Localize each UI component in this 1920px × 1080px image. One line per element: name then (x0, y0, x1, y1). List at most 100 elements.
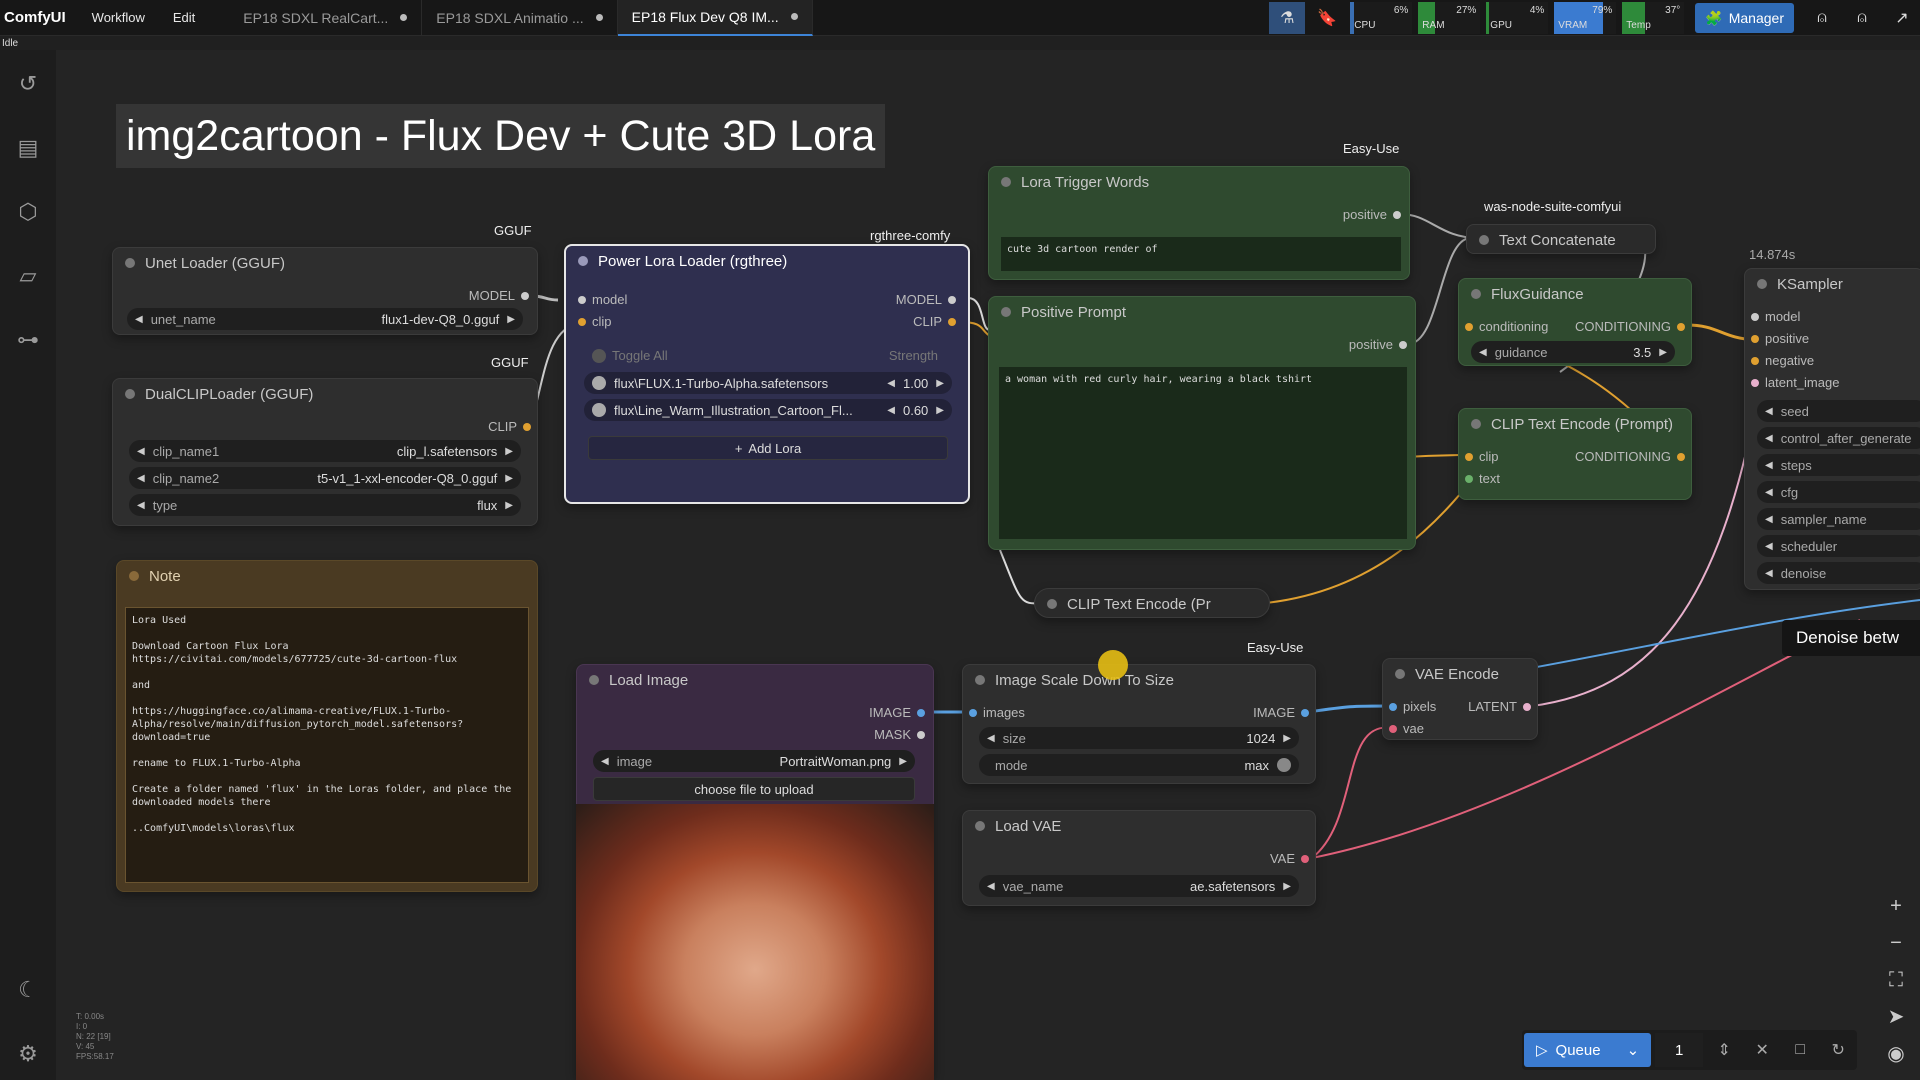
flask-icon[interactable]: ⚗ (1269, 2, 1306, 34)
left-arrow-icon[interactable]: ◀ (137, 473, 145, 484)
fit-view-icon[interactable]: ⛶ (1880, 964, 1912, 996)
seed-widget[interactable]: ◀ seed (1757, 400, 1920, 422)
steps-widget[interactable]: ◀ steps (1757, 454, 1920, 476)
note-node[interactable]: Note Lora Used Download Cartoon Flux Lor… (116, 560, 538, 892)
input-latent-image[interactable]: latent_image (1751, 375, 1839, 390)
right-arrow-icon[interactable]: ▶ (1283, 733, 1291, 744)
left-arrow-icon[interactable]: ◀ (1765, 568, 1773, 579)
output-model[interactable]: MODEL (469, 288, 529, 303)
left-arrow-icon[interactable]: ◀ (887, 378, 895, 389)
input-negative[interactable]: negative (1751, 353, 1814, 368)
toggle-links-icon[interactable]: ◉ (1880, 1038, 1912, 1070)
right-arrow-icon[interactable]: ▶ (936, 405, 944, 416)
left-arrow-icon[interactable]: ◀ (987, 733, 995, 744)
unsaved-dot-icon[interactable] (400, 14, 408, 21)
image-combo[interactable]: ◀ image PortraitWoman.png ▶ (593, 750, 915, 772)
input-conditioning[interactable]: conditioning (1465, 319, 1548, 334)
workflow-title[interactable]: img2cartoon - Flux Dev + Cute 3D Lora (116, 104, 886, 168)
lora-row-1[interactable]: flux\FLUX.1-Turbo-Alpha.safetensors ◀ 1.00… (584, 372, 952, 394)
manager-button[interactable]: 🧩 Manager (1695, 3, 1794, 33)
stop-icon[interactable]: □ (1783, 1033, 1817, 1067)
left-arrow-icon[interactable]: ◀ (1479, 347, 1487, 358)
input-vae[interactable]: vae (1389, 721, 1424, 736)
output-positive[interactable]: positive (1343, 207, 1401, 222)
history-icon[interactable]: ↺ (14, 70, 42, 98)
output-image[interactable]: IMAGE (869, 705, 925, 720)
scheduler-widget[interactable]: ◀ scheduler (1757, 535, 1920, 557)
input-pixels[interactable]: pixels (1389, 699, 1436, 714)
left-arrow-icon[interactable]: ◀ (1765, 514, 1773, 525)
add-lora-button[interactable]: + Add Lora (588, 436, 948, 460)
batch-count-input[interactable]: 1 (1655, 1033, 1704, 1067)
output-model[interactable]: MODEL (896, 292, 956, 307)
lora-strength[interactable]: 0.60 (903, 403, 928, 418)
left-arrow-icon[interactable]: ◀ (601, 756, 609, 767)
dual-clip-loader-node[interactable]: DualCLIPLoader (GGUF) CLIP ◀ clip_name1 cl… (112, 378, 538, 526)
right-arrow-icon[interactable]: ▶ (505, 473, 513, 484)
chevron-down-icon[interactable]: ⌄ (1627, 1041, 1640, 1059)
input-model[interactable]: model (578, 292, 627, 307)
input-positive[interactable]: positive (1751, 331, 1809, 346)
input-text[interactable]: text (1465, 471, 1500, 486)
workflow-tab-1[interactable]: EP18 SDXL RealCart... (229, 0, 423, 36)
collapse-dot-icon[interactable] (125, 258, 135, 268)
unsaved-dot-icon[interactable] (595, 14, 603, 21)
left-arrow-icon[interactable]: ◀ (887, 405, 895, 416)
lora-toggle[interactable] (592, 376, 606, 390)
image-scale-node[interactable]: Image Scale Down To Size images IMAGE ◀ s… (962, 664, 1316, 784)
vae-encode-node[interactable]: VAE Encode pixels vae LATENT (1382, 658, 1538, 740)
size-number[interactable]: ◀ size 1024 ▶ (979, 727, 1299, 749)
right-arrow-icon[interactable]: ▶ (1283, 881, 1291, 892)
left-arrow-icon[interactable]: ◀ (1765, 460, 1773, 471)
note-text[interactable]: Lora Used Download Cartoon Flux Lora htt… (125, 607, 529, 883)
node-library-icon[interactable]: ⊶ (14, 326, 42, 354)
menu-edit[interactable]: Edit (159, 10, 209, 25)
clip-text-encode-collapsed-node[interactable]: CLIP Text Encode (Pr (1034, 588, 1270, 618)
unet-loader-node[interactable]: Unet Loader (GGUF) MODEL ◀ unet_name flux1… (112, 247, 538, 335)
input-clip[interactable]: clip (1465, 449, 1499, 464)
left-arrow-icon[interactable]: ◀ (137, 446, 145, 457)
toggle-all[interactable]: Toggle All (592, 348, 668, 363)
mode-toggle[interactable]: mode max (979, 754, 1299, 776)
collapse-dot-icon[interactable] (1001, 307, 1011, 317)
output-clip[interactable]: CLIP (913, 314, 956, 329)
select-mode-icon[interactable]: ➤ (1880, 1001, 1912, 1033)
input-model[interactable]: model (1751, 309, 1800, 324)
queue-button[interactable]: ▷ Queue ⌄ (1524, 1033, 1652, 1067)
right-arrow-icon[interactable]: ▶ (1659, 347, 1667, 358)
right-arrow-icon[interactable]: ▶ (505, 500, 513, 511)
output-latent[interactable]: LATENT (1468, 699, 1531, 714)
share-icon[interactable]: ↗ (1884, 2, 1920, 34)
user-alt-icon[interactable]: ⍝ (1844, 2, 1880, 34)
flux-guidance-node[interactable]: FluxGuidance conditioning CONDITIONING ◀… (1458, 278, 1692, 366)
zoom-in-icon[interactable]: + (1880, 890, 1912, 922)
theme-moon-icon[interactable]: ☾ (14, 976, 42, 1004)
denoise-widget[interactable]: ◀ denoise (1757, 562, 1920, 584)
unet-name-combo[interactable]: ◀ unet_name flux1-dev-Q8_0.gguf ▶ (127, 308, 523, 330)
ksampler-node[interactable]: KSampler model positive negative latent_… (1744, 268, 1920, 590)
output-image[interactable]: IMAGE (1253, 705, 1309, 720)
choose-file-button[interactable]: choose file to upload (593, 777, 915, 801)
collapse-dot-icon[interactable] (975, 675, 985, 685)
guidance-number[interactable]: ◀ guidance 3.5 ▶ (1471, 341, 1675, 363)
right-arrow-icon[interactable]: ▶ (936, 378, 944, 389)
output-clip[interactable]: CLIP (488, 419, 531, 434)
left-arrow-icon[interactable]: ◀ (1765, 433, 1773, 444)
bookmark-icon[interactable]: 🔖 (1309, 2, 1345, 34)
lora-name[interactable]: flux\FLUX.1-Turbo-Alpha.safetensors (614, 376, 887, 391)
stepper-icon[interactable]: ⇕ (1707, 1033, 1741, 1067)
refresh-icon[interactable]: ↻ (1821, 1033, 1855, 1067)
collapse-dot-icon[interactable] (1471, 289, 1481, 299)
collapse-dot-icon[interactable] (1047, 599, 1057, 609)
output-positive[interactable]: positive (1349, 337, 1407, 352)
lora-trigger-words-node[interactable]: Lora Trigger Words positive cute 3d cart… (988, 166, 1410, 280)
control-after-generate-widget[interactable]: ◀ control_after_generate (1757, 427, 1920, 449)
left-arrow-icon[interactable]: ◀ (137, 500, 145, 511)
queue-list-icon[interactable]: ▤ (14, 134, 42, 162)
output-conditioning[interactable]: CONDITIONING (1575, 449, 1685, 464)
user-icon[interactable]: ⍝ (1804, 2, 1840, 34)
output-conditioning[interactable]: CONDITIONING (1575, 319, 1685, 334)
collapse-dot-icon[interactable] (129, 571, 139, 581)
lora-toggle[interactable] (592, 403, 606, 417)
workflow-tab-2[interactable]: EP18 SDXL Animatio ... (422, 0, 618, 36)
